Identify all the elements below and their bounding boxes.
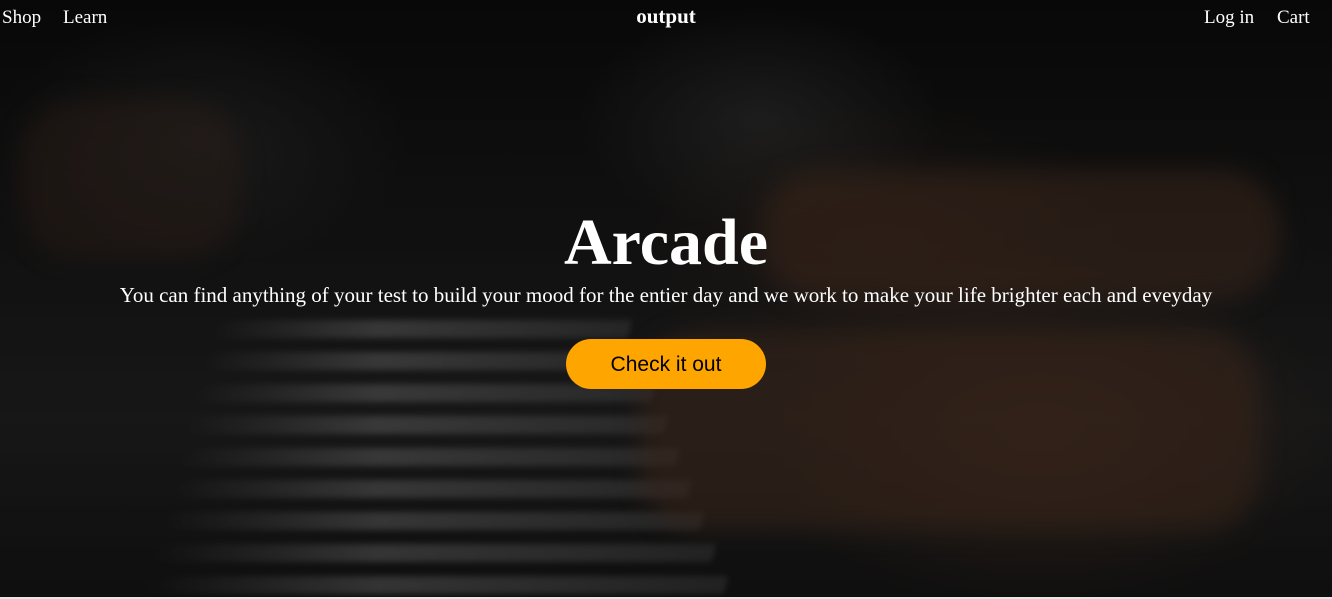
nav-link-login[interactable]: Log in [1204, 7, 1254, 29]
brand-text: output [636, 4, 696, 28]
hero-section: Shop Learn output Log in Cart Arcade You… [0, 0, 1332, 597]
hero-title: Arcade [563, 206, 769, 279]
check-it-out-button[interactable]: Check it out [566, 339, 766, 389]
top-navigation: Shop Learn output Log in Cart [0, 0, 1332, 40]
hero-subtitle: You can find anything of your test to bu… [119, 283, 1213, 307]
brand-logo: output [0, 4, 1332, 29]
hero-content: Arcade You can find anything of your tes… [0, 204, 1332, 389]
nav-link-cart[interactable]: Cart [1277, 7, 1310, 29]
